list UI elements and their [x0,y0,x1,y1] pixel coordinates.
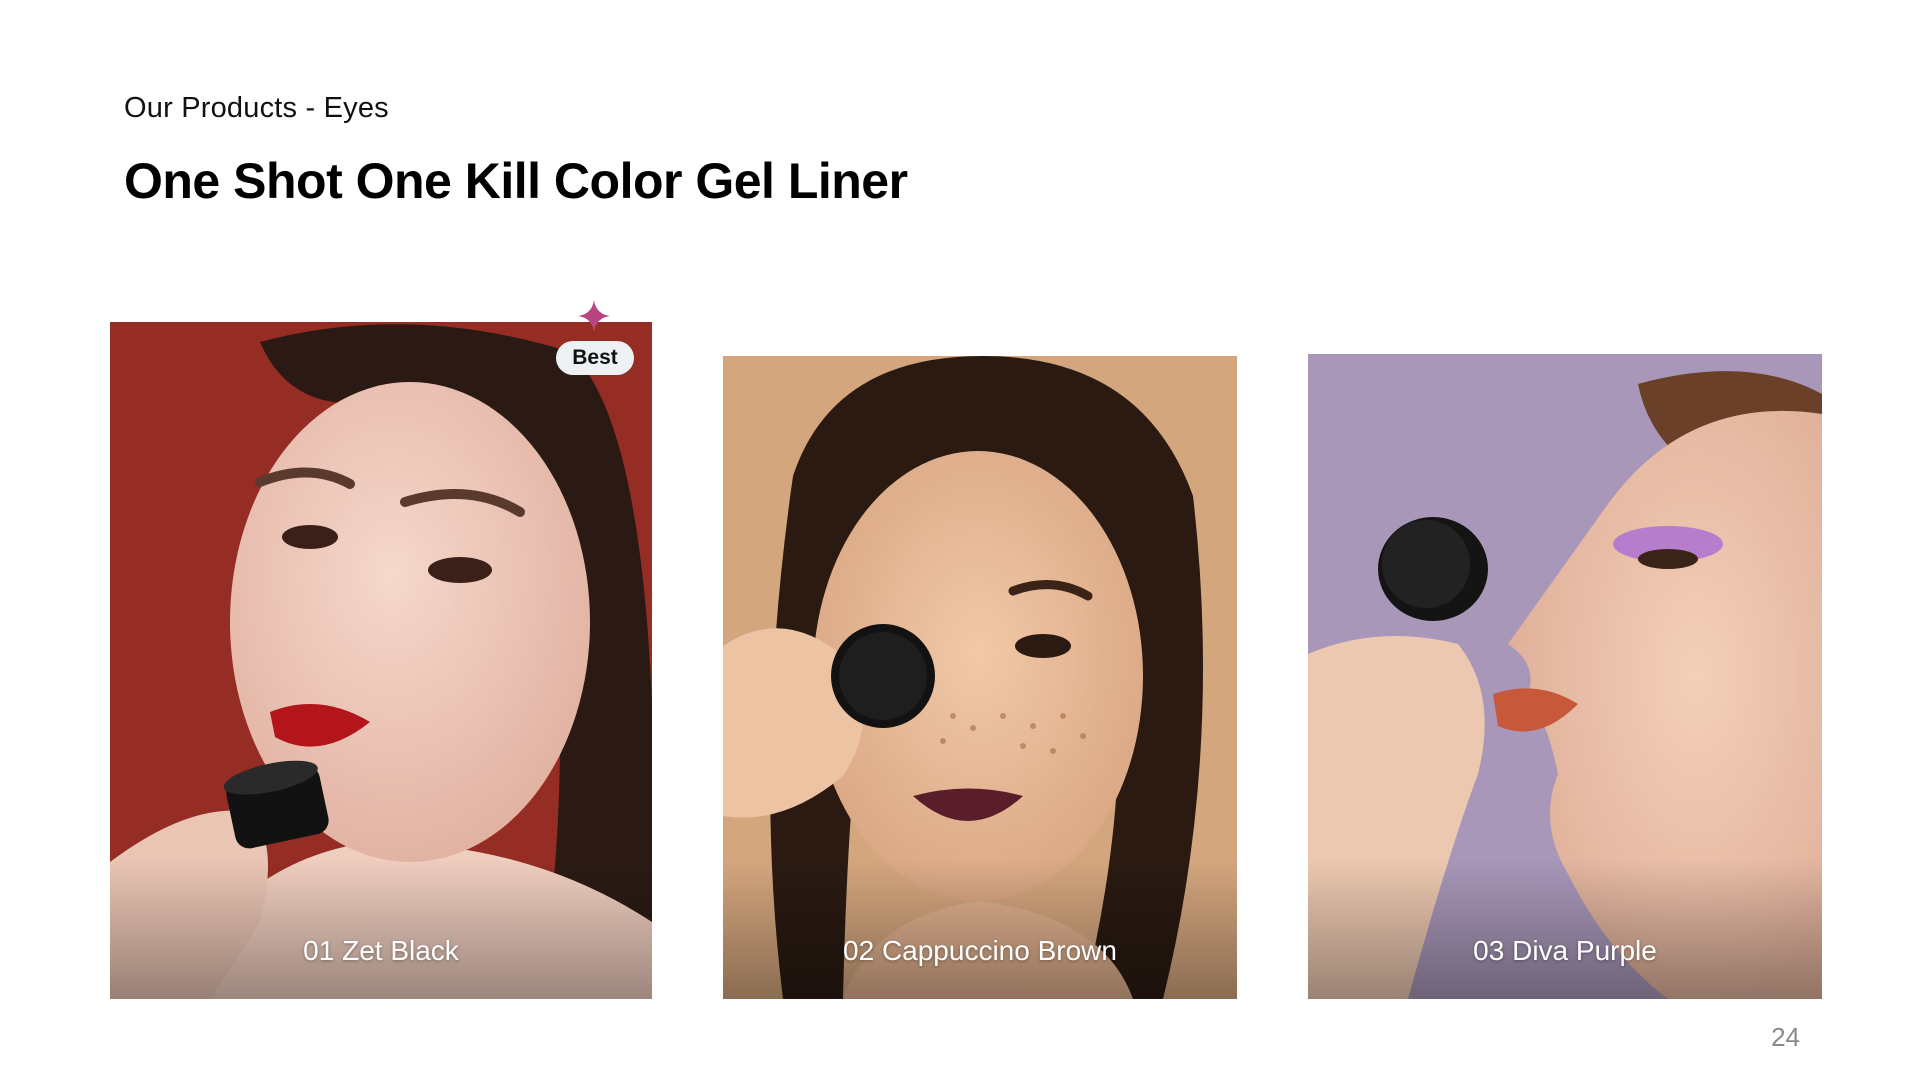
page-number: 24 [1771,1022,1800,1052]
label-shade [723,859,1237,999]
product-label: 01 Zet Black [303,935,459,966]
product-card-zet-black[interactable]: 01 Zet Black [110,322,652,999]
product-label: 03 Diva Purple [1473,935,1657,966]
best-badge-group: Best [556,300,634,378]
product-card-cappuccino-brown[interactable]: 02 Cappuccino Brown [723,356,1237,999]
label-shade [1308,859,1822,999]
sparkle-icon [578,300,610,332]
page-title: One Shot One Kill Color Gel Liner [124,153,908,209]
best-badge: Best [556,341,634,375]
slide: Our Products - Eyes One Shot One Kill Co… [0,0,1920,1080]
product-card-diva-purple[interactable]: 03 Diva Purple [1308,354,1822,999]
label-shade [110,859,652,999]
product-label: 02 Cappuccino Brown [843,935,1117,966]
section-eyebrow: Our Products - Eyes [124,92,389,124]
